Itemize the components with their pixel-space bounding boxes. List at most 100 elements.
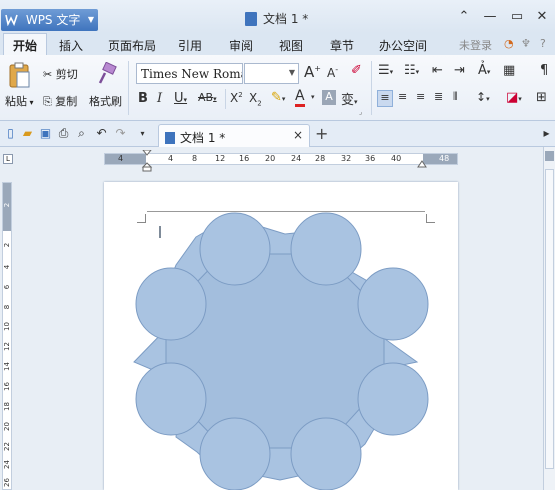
increase-indent-icon[interactable]: ⇥ xyxy=(454,63,465,78)
clear-format-icon[interactable]: ✐ xyxy=(351,63,362,78)
table-borders-icon[interactable]: ▦ xyxy=(503,63,515,78)
vertical-ruler[interactable]: 2 2 4 6 8 10 12 14 16 18 20 22 24 26 xyxy=(2,182,12,490)
line-spacing-icon[interactable]: ↕▾ xyxy=(476,90,490,104)
indent-marker-icon[interactable] xyxy=(141,150,153,172)
align-right-icon[interactable]: ≡ xyxy=(416,90,425,103)
help-icon[interactable]: ? xyxy=(540,37,546,50)
shading-icon[interactable]: ◪▾ xyxy=(506,90,522,105)
new-document-icon[interactable]: ▯ xyxy=(4,127,17,140)
font-dialog-launcher-icon[interactable]: ⌟ xyxy=(359,108,362,116)
ruler-tick: 6 xyxy=(3,284,11,290)
circle-shape[interactable] xyxy=(357,362,429,436)
maximize-icon[interactable]: ▭ xyxy=(508,8,526,26)
tab-home[interactable]: 开始 xyxy=(3,33,48,55)
skin-icon[interactable]: ♆ xyxy=(521,37,531,50)
window-title: 文档 1 * xyxy=(245,10,308,27)
tab-stop-selector-icon[interactable]: L xyxy=(3,154,13,164)
vertical-scrollbar[interactable] xyxy=(543,147,555,490)
ruler-tick: 16 xyxy=(3,382,11,391)
circle-shape[interactable] xyxy=(290,417,362,490)
view-mode-icon[interactable] xyxy=(545,151,554,161)
print-icon[interactable]: ⎙ xyxy=(57,127,70,140)
circle-shape[interactable] xyxy=(135,267,207,341)
format-painter-label[interactable]: 格式刷 xyxy=(89,93,122,109)
tab-office-space[interactable]: 办公空间 xyxy=(379,37,427,54)
ruler-tick: 24 xyxy=(291,154,302,163)
decrease-indent-icon[interactable]: ⇤ xyxy=(432,63,443,78)
minimize-icon[interactable]: — xyxy=(481,8,499,26)
copy-button[interactable]: ⎘ 复制 xyxy=(43,93,77,109)
align-left-icon[interactable]: ≡ xyxy=(377,90,393,107)
login-status[interactable]: 未登录 xyxy=(459,37,492,53)
ruler-tick: 2 xyxy=(3,242,11,248)
tab-document[interactable]: 文档 1 * × xyxy=(158,124,310,147)
italic-icon[interactable]: I xyxy=(157,91,162,106)
tab-insert[interactable]: 插入 xyxy=(59,37,83,54)
title-bar: WPS 文字 ▼ 文档 1 * ⌃ — ▭ ✕ xyxy=(0,0,555,33)
tab-review[interactable]: 审阅 xyxy=(229,37,253,54)
pane-toggle-icon[interactable]: ▸ xyxy=(540,127,553,140)
circle-shape[interactable] xyxy=(135,362,207,436)
character-shading-icon[interactable]: A xyxy=(322,90,336,105)
paste-icon[interactable] xyxy=(7,62,33,90)
undo-icon[interactable]: ↶ xyxy=(95,127,108,140)
shrink-font-icon[interactable]: A- xyxy=(327,65,338,80)
chevron-down-icon[interactable]: ▾ xyxy=(311,93,315,101)
font-color-icon[interactable]: A xyxy=(295,88,305,107)
highlight-icon[interactable]: ✎▾ xyxy=(271,90,285,105)
ruler-tick: 48 xyxy=(439,154,450,163)
circle-shape[interactable] xyxy=(357,267,429,341)
underline-icon[interactable]: U▾ xyxy=(174,91,187,106)
justify-icon[interactable]: ≣ xyxy=(434,90,443,103)
open-folder-icon[interactable]: ▰ xyxy=(21,127,34,140)
bullets-icon[interactable]: ☰▾ xyxy=(378,63,393,78)
show-marks-icon[interactable]: ¶ xyxy=(540,63,548,78)
horizontal-ruler[interactable]: 4 4 8 12 16 20 24 28 32 36 40 48 xyxy=(104,153,458,165)
font-name-select[interactable]: Times New Roma xyxy=(136,63,243,84)
ruler-tick: 12 xyxy=(215,154,226,163)
circle-shape[interactable] xyxy=(199,212,271,286)
phonetic-guide-icon[interactable]: 变▾ xyxy=(341,89,358,108)
divider xyxy=(225,89,226,109)
cut-button[interactable]: ✂ 剪切 xyxy=(43,66,78,82)
paste-label: 粘贴 xyxy=(5,95,27,108)
borders-icon[interactable]: ⊞ xyxy=(536,90,547,105)
ruler-tick: 14 xyxy=(3,362,11,371)
collapse-ribbon-icon[interactable]: ⌃ xyxy=(455,8,473,26)
scrollbar-thumb[interactable] xyxy=(545,169,554,469)
strikethrough-icon[interactable]: AB▾ xyxy=(198,91,217,104)
redo-icon[interactable]: ↷ xyxy=(114,127,127,140)
ruler-tick: 22 xyxy=(3,442,11,451)
distributed-icon[interactable]: ⫴ xyxy=(453,90,458,104)
numbering-icon[interactable]: ☷▾ xyxy=(404,63,419,78)
window-title-text: 文档 1 * xyxy=(263,12,309,26)
close-tab-icon[interactable]: × xyxy=(293,128,303,142)
subscript-icon[interactable]: X2 xyxy=(249,91,262,107)
print-preview-icon[interactable]: ⌕ xyxy=(75,127,88,140)
save-icon[interactable]: ▣ xyxy=(39,127,52,140)
ruler-tick: 10 xyxy=(3,322,11,331)
ruler-tick: 8 xyxy=(192,154,198,163)
app-menu-button[interactable]: WPS 文字 ▼ xyxy=(1,9,98,31)
add-tab-icon[interactable]: + xyxy=(315,124,328,143)
bold-icon[interactable]: B xyxy=(138,91,148,106)
superscript-icon[interactable]: X2 xyxy=(230,91,243,105)
tab-view[interactable]: 视图 xyxy=(279,37,303,54)
text-direction-icon[interactable]: Ả▾ xyxy=(478,63,490,78)
align-center-icon[interactable]: ≡ xyxy=(398,90,407,103)
customize-quick-access-icon[interactable]: ▾ xyxy=(136,127,149,140)
right-indent-marker-icon[interactable] xyxy=(417,160,427,168)
tab-references[interactable]: 引用 xyxy=(178,37,202,54)
refresh-icon[interactable]: ◔ xyxy=(504,37,514,50)
circle-shape[interactable] xyxy=(199,417,271,490)
close-icon[interactable]: ✕ xyxy=(533,8,551,26)
paste-button[interactable]: 粘贴 ▾ xyxy=(5,93,34,109)
format-painter-icon[interactable] xyxy=(96,62,118,86)
tab-page-layout[interactable]: 页面布局 xyxy=(108,37,156,54)
ruler-tick: 12 xyxy=(3,342,11,351)
tab-sections[interactable]: 章节 xyxy=(330,37,354,54)
font-size-select[interactable]: ▼ xyxy=(244,63,299,84)
circle-shape[interactable] xyxy=(290,212,362,286)
shape-group[interactable] xyxy=(104,182,458,490)
grow-font-icon[interactable]: A+ xyxy=(304,63,321,81)
